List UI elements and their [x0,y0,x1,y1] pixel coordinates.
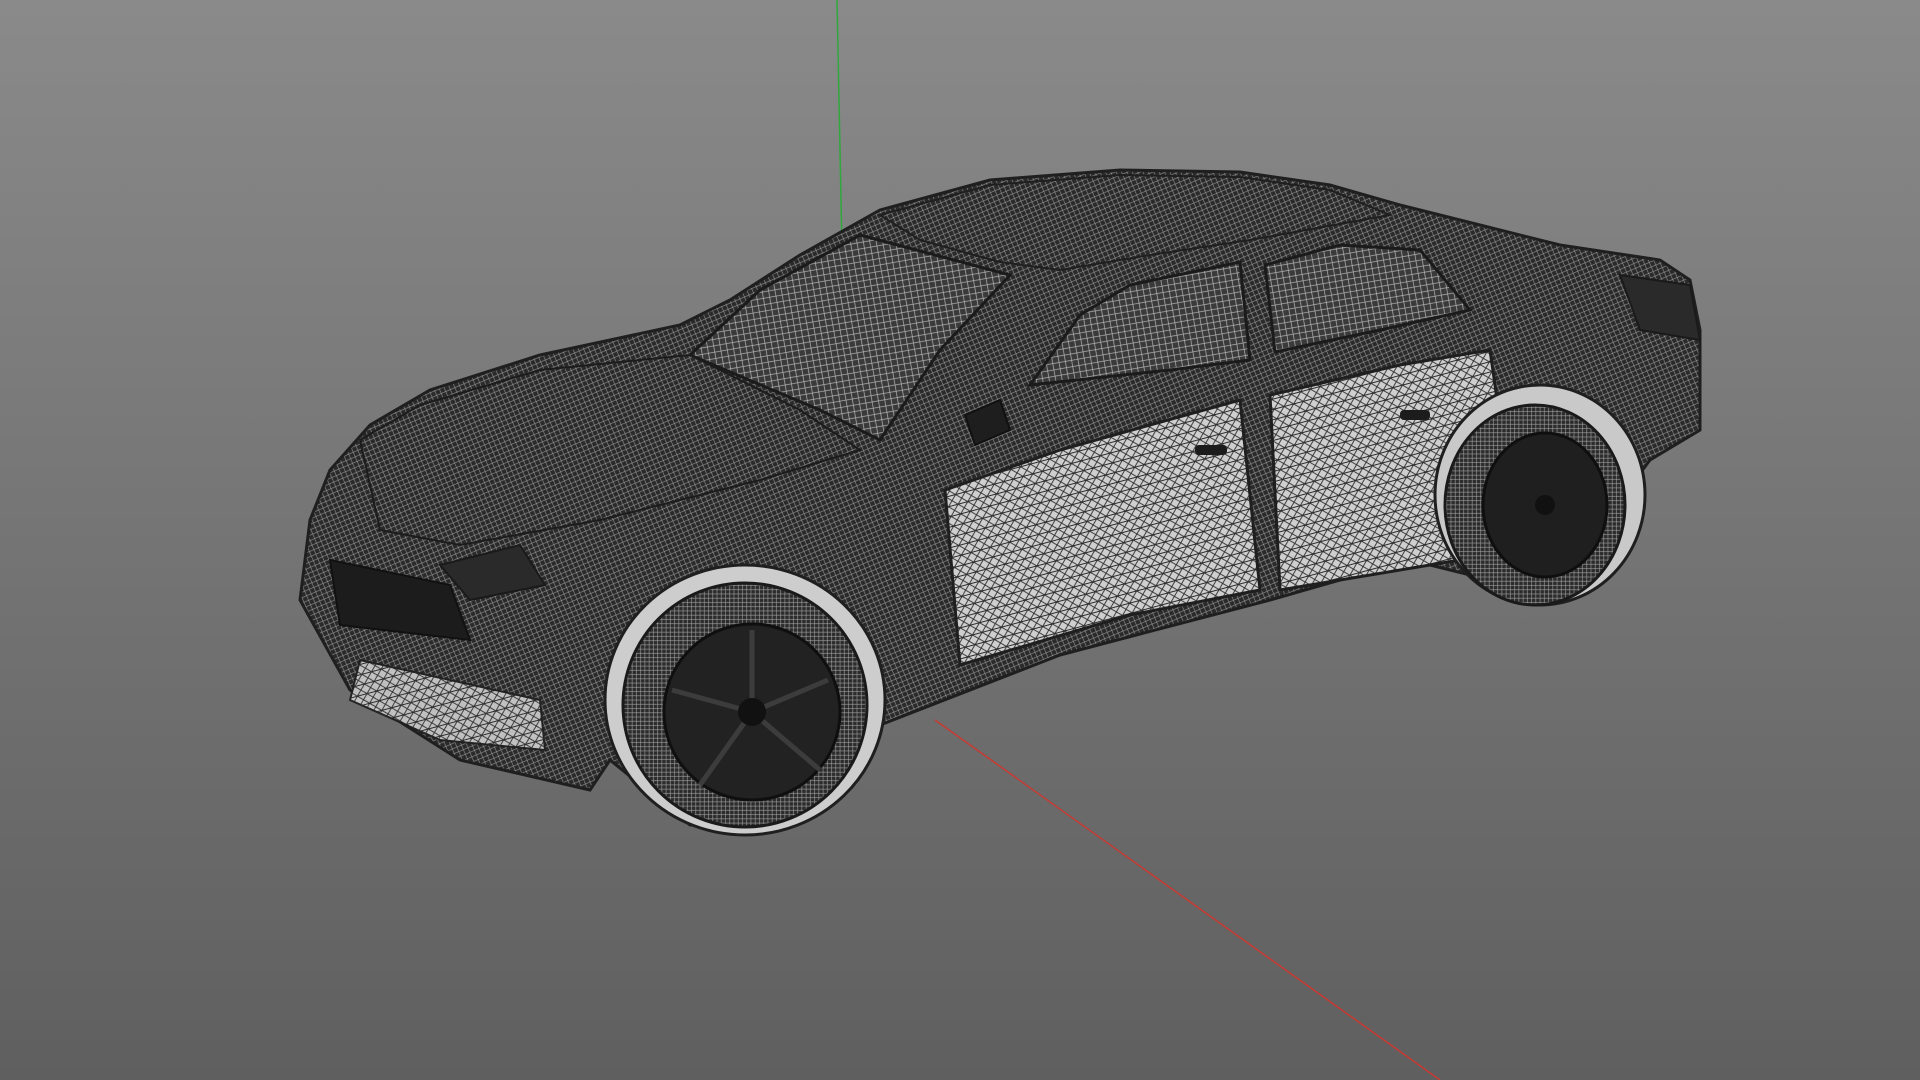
rear-wheel [1433,383,1647,607]
scene-canvas[interactable] [0,0,1920,1080]
front-wheel [603,563,887,837]
front-door-handle [1195,445,1227,455]
rear-hub [1535,495,1555,515]
3d-viewport[interactable] [0,0,1920,1080]
x-axis-line [934,719,1441,1080]
rear-door-handle [1400,410,1430,420]
front-hub [738,698,766,726]
car-wireframe-model[interactable] [298,168,1702,837]
